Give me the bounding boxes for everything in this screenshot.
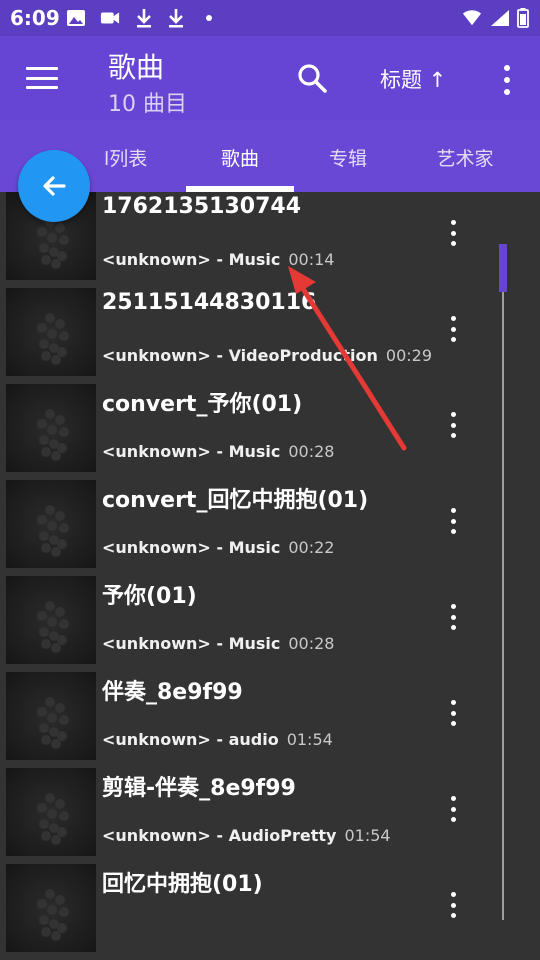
- scrollbar-thumb[interactable]: [499, 244, 507, 292]
- back-fab[interactable]: [18, 150, 90, 222]
- tab-albums[interactable]: 专辑: [294, 144, 402, 171]
- song-title: 1762135130744: [102, 194, 301, 219]
- song-row[interactable]: 予你(01) <unknown> - Music 00:28: [0, 540, 540, 664]
- arrow-back-icon: [43, 176, 66, 196]
- song-title: 回忆中拥抱(01): [102, 872, 263, 897]
- track-count: 10 曲目: [108, 92, 187, 117]
- more-vert-icon[interactable]: [440, 506, 466, 536]
- album-art-thumbnail: [6, 864, 96, 952]
- song-row[interactable]: convert_回忆中拥抱(01) <unknown> - Music 00:22: [0, 444, 540, 568]
- more-vert-icon[interactable]: [440, 794, 466, 824]
- menu-icon[interactable]: [22, 61, 62, 95]
- download-icon: [134, 8, 154, 28]
- song-row[interactable]: 回忆中拥抱(01): [0, 828, 540, 952]
- song-title: 剪辑-伴奏_8e9f99: [102, 776, 296, 801]
- song-title: 予你(01): [102, 584, 197, 609]
- sort-button[interactable]: 标题 ↑: [380, 64, 446, 94]
- song-row[interactable]: 伴奏_8e9f99 <unknown> - audio 01:54: [0, 636, 540, 760]
- song-title: convert_回忆中拥抱(01): [102, 488, 369, 513]
- song-meta: [102, 922, 110, 941]
- more-vert-icon[interactable]: [440, 602, 466, 632]
- more-vert-icon[interactable]: [440, 314, 466, 344]
- page-title: 歌曲: [108, 51, 165, 84]
- app-toolbar: 歌曲 10 曲目 标题 ↑: [0, 36, 540, 120]
- search-icon[interactable]: [292, 58, 332, 98]
- signal-icon: [490, 8, 510, 28]
- scrollbar-track[interactable]: [502, 244, 504, 920]
- song-list[interactable]: 1762135130744 <unknown> - Music 00:14 25115…: [0, 192, 540, 960]
- more-vert-icon[interactable]: [440, 698, 466, 728]
- song-title: 伴奏_8e9f99: [102, 680, 243, 705]
- song-row[interactable]: convert_予你(01) <unknown> - Music 00:28: [0, 348, 540, 472]
- wifi-icon: [462, 8, 482, 28]
- battery-icon: [516, 8, 530, 28]
- image-icon: [66, 8, 86, 28]
- song-title: convert_予你(01): [102, 392, 303, 417]
- status-bar: 6:09: [0, 0, 540, 36]
- song-row[interactable]: 25115144830116 <unknown> - VideoProductio…: [0, 252, 540, 376]
- notification-dot-icon: [206, 15, 212, 21]
- more-vert-icon[interactable]: [494, 62, 520, 98]
- more-vert-icon[interactable]: [440, 410, 466, 440]
- more-vert-icon[interactable]: [440, 218, 466, 248]
- tab-playlists[interactable]: l列表: [104, 144, 164, 171]
- more-vert-icon[interactable]: [440, 890, 466, 920]
- tab-songs[interactable]: 歌曲: [186, 144, 294, 171]
- download-icon: [166, 8, 186, 28]
- song-row[interactable]: 剪辑-伴奏_8e9f99 <unknown> - AudioPretty 01:54: [0, 732, 540, 856]
- tab-artists[interactable]: 艺术家: [404, 144, 526, 171]
- song-title: 25115144830116: [102, 290, 317, 315]
- video-camera-icon: [100, 8, 120, 28]
- status-time: 6:09: [10, 6, 60, 30]
